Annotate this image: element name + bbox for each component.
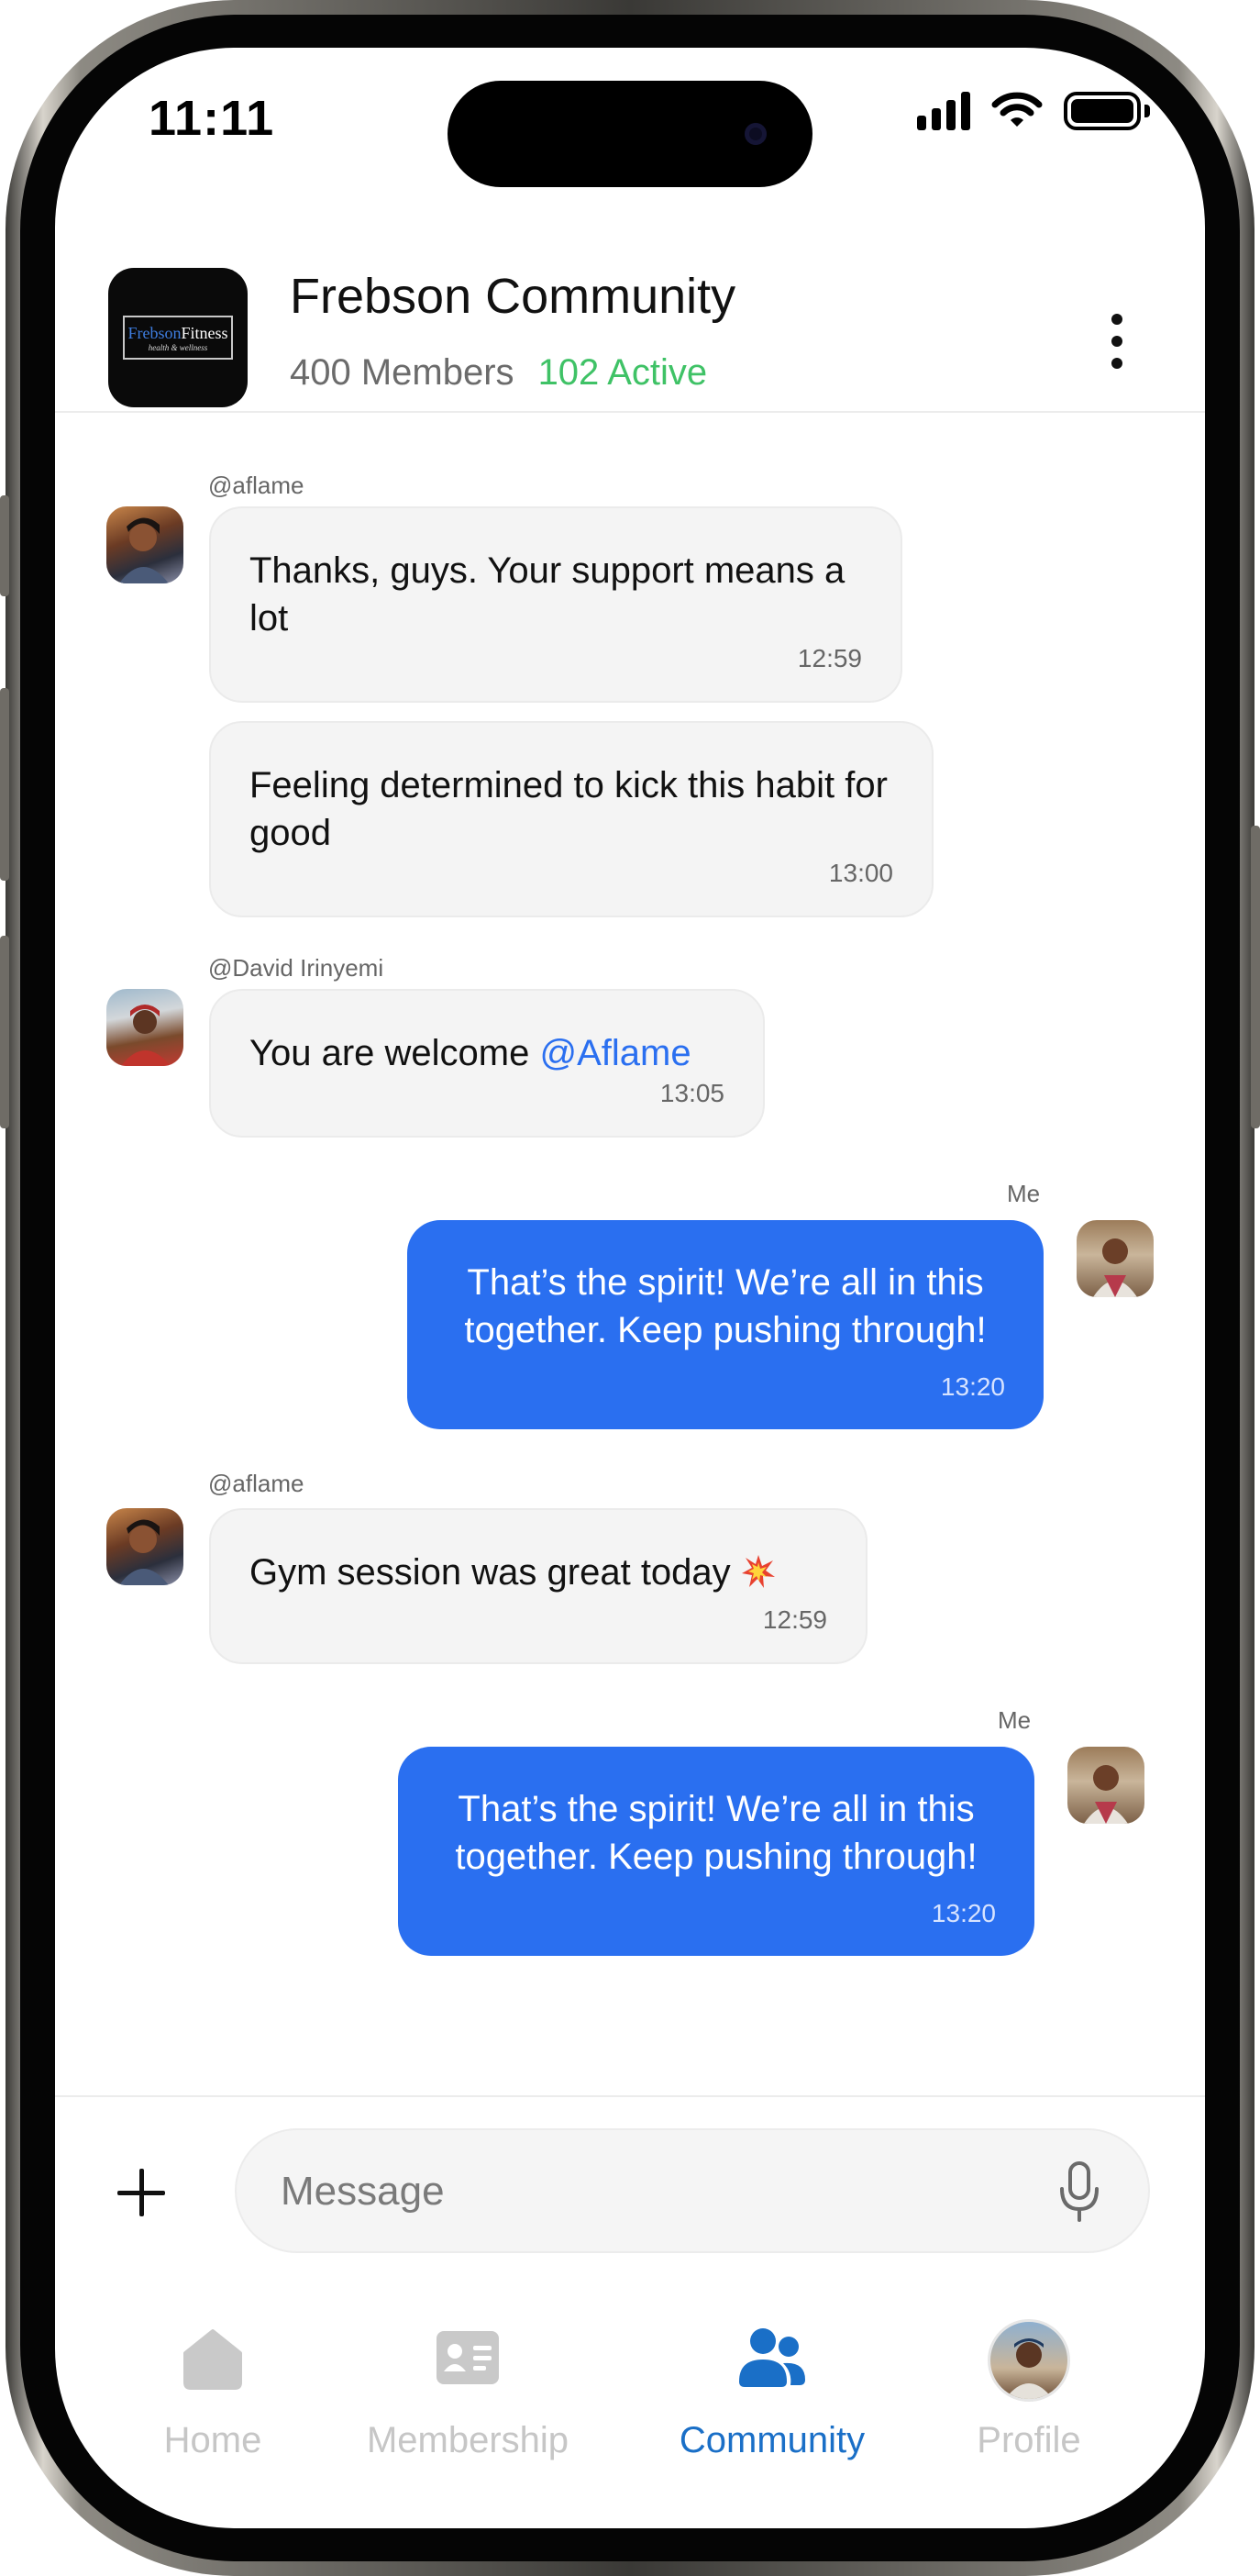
tab-membership[interactable]: Membership: [358, 2323, 578, 2488]
tab-label: Profile: [977, 2420, 1081, 2460]
wifi-icon: [991, 92, 1043, 127]
add-attachment-icon[interactable]: [117, 2169, 165, 2216]
tab-label: Membership: [366, 2420, 569, 2460]
message-text: That’s the spirit! We’re all in this tog…: [455, 1789, 978, 1877]
tab-profile[interactable]: Profile: [919, 2319, 1139, 2488]
message-time: 13:20: [940, 1372, 1005, 1401]
chat-bubble[interactable]: You are welcome @Aflame 13:05: [209, 989, 765, 1138]
chat-bubble[interactable]: Feeling determined to kick this habit fo…: [209, 721, 934, 917]
chat-bubble[interactable]: Thanks, guys. Your support means a lot 1…: [209, 506, 902, 703]
camera-icon: [745, 123, 767, 145]
message-time: 12:59: [762, 1605, 827, 1634]
home-icon: [178, 2323, 248, 2393]
avatar-me[interactable]: [1067, 1747, 1144, 1824]
status-icons: [917, 92, 1150, 130]
community-stats: 400 Members 102 Active: [290, 352, 707, 394]
status-time: 11:11: [149, 91, 275, 146]
message-input[interactable]: [279, 2161, 1016, 2222]
tab-label: Home: [163, 2420, 262, 2460]
more-options-icon[interactable]: [1111, 314, 1124, 369]
cellular-signal-icon: [917, 92, 970, 130]
message-time: 13:05: [659, 1079, 724, 1107]
screen: 11:11 FrebsonFitness health & wellness F…: [55, 48, 1205, 2528]
chat-bubble[interactable]: That’s the spirit! We’re all in this tog…: [398, 1747, 1034, 1956]
message-text: You are welcome @Aflame: [249, 1033, 691, 1073]
message-text: Gym session was great today: [249, 1549, 834, 1596]
sender-name: Me: [998, 1706, 1032, 1734]
chat-bubble[interactable]: That’s the spirit! We’re all in this tog…: [407, 1220, 1044, 1429]
community-logo[interactable]: FrebsonFitness health & wellness: [108, 268, 248, 407]
collision-emoji-icon: [741, 1555, 775, 1588]
members-count: 400 Members: [290, 352, 514, 393]
sender-name: @aflame: [208, 472, 304, 499]
profile-avatar: [988, 2319, 1070, 2402]
power-button: [1251, 826, 1260, 1128]
message-time: 12:59: [797, 644, 862, 672]
sender-name: Me: [1007, 1180, 1041, 1207]
sender-name: @David Irinyemi: [208, 954, 384, 982]
microphone-icon[interactable]: [1056, 2160, 1102, 2224]
bottom-tab-bar: Home Membership Community Profile: [55, 2319, 1205, 2488]
message-time: 13:20: [931, 1899, 996, 1927]
volume-up-button: [0, 688, 9, 881]
tab-label: Community: [679, 2420, 866, 2460]
user-mention[interactable]: @Aflame: [540, 1033, 691, 1073]
id-card-icon: [433, 2323, 503, 2393]
tab-community[interactable]: Community: [662, 2323, 882, 2488]
active-count: 102 Active: [537, 352, 708, 393]
tab-home[interactable]: Home: [103, 2323, 323, 2488]
battery-icon: [1064, 92, 1150, 130]
avatar-me[interactable]: [1077, 1220, 1154, 1297]
volume-down-button: [0, 936, 9, 1128]
dynamic-island: [448, 81, 812, 187]
people-icon: [737, 2323, 807, 2393]
message-time: 13:00: [828, 859, 893, 887]
avatar-aflame[interactable]: [106, 1508, 183, 1585]
message-composer: [235, 2128, 1150, 2253]
chat-bubble[interactable]: Gym session was great today 12:59: [209, 1508, 868, 1664]
message-text: Feeling determined to kick this habit fo…: [249, 765, 888, 853]
message-text: That’s the spirit! We’re all in this tog…: [464, 1262, 987, 1350]
community-header: FrebsonFitness health & wellness Frebson…: [55, 213, 1205, 413]
composer-divider: [55, 2095, 1205, 2097]
avatar-aflame[interactable]: [106, 506, 183, 583]
message-text: Thanks, guys. Your support means a lot: [249, 550, 846, 638]
action-button: [0, 495, 9, 596]
avatar-david[interactable]: [106, 989, 183, 1066]
sender-name: @aflame: [208, 1470, 304, 1497]
community-title: Frebson Community: [290, 269, 736, 324]
